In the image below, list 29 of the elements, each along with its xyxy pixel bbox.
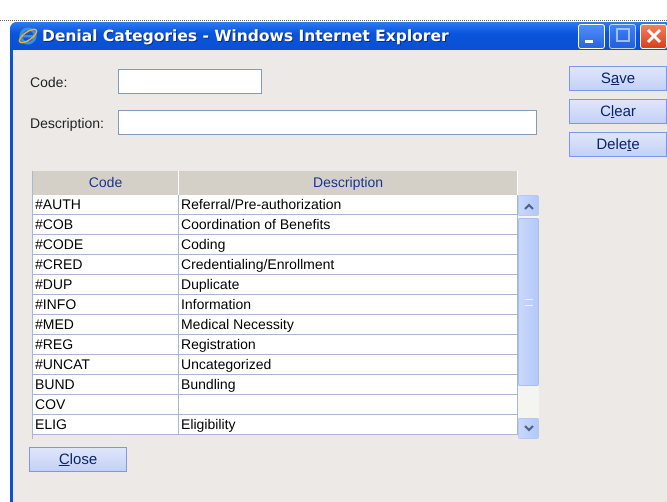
field-label: Code:	[30, 74, 68, 90]
action-button[interactable]: Clear	[569, 99, 667, 124]
table-cell: #MED	[33, 315, 179, 334]
table-cell: #AUTH	[33, 195, 179, 214]
scroll-down-icon[interactable]	[518, 418, 539, 439]
input-field[interactable]	[118, 110, 537, 135]
minimize-button[interactable]	[578, 24, 605, 48]
table-cell: #UNCAT	[33, 355, 179, 374]
field-label: Description:	[30, 114, 105, 130]
table-cell: #REG	[33, 335, 179, 354]
minimize-icon	[584, 40, 592, 42]
table-cell: ELIG	[33, 415, 179, 434]
table-cell: #CRED	[33, 255, 179, 274]
action-button[interactable]: Delete	[569, 132, 667, 157]
table-cell: #INFO	[33, 295, 179, 314]
table-cell: #COB	[33, 215, 179, 234]
table-cell: COV	[33, 395, 179, 414]
browser-icon	[18, 26, 38, 46]
input-field[interactable]	[118, 69, 262, 94]
table-cell: BUND	[33, 375, 179, 394]
table-cell: #DUP	[33, 275, 179, 294]
scroll-up-icon[interactable]	[518, 195, 539, 216]
close-dialog-button[interactable]: Close	[29, 447, 127, 472]
maximize-button[interactable]	[609, 24, 636, 48]
table-cell: #CODE	[33, 235, 179, 254]
scrollbar[interactable]	[518, 195, 539, 439]
window-title: Denial Categories - Windows Internet Explorer	[42, 27, 449, 45]
close-button[interactable]	[640, 24, 667, 48]
action-button[interactable]: Save	[569, 66, 667, 91]
